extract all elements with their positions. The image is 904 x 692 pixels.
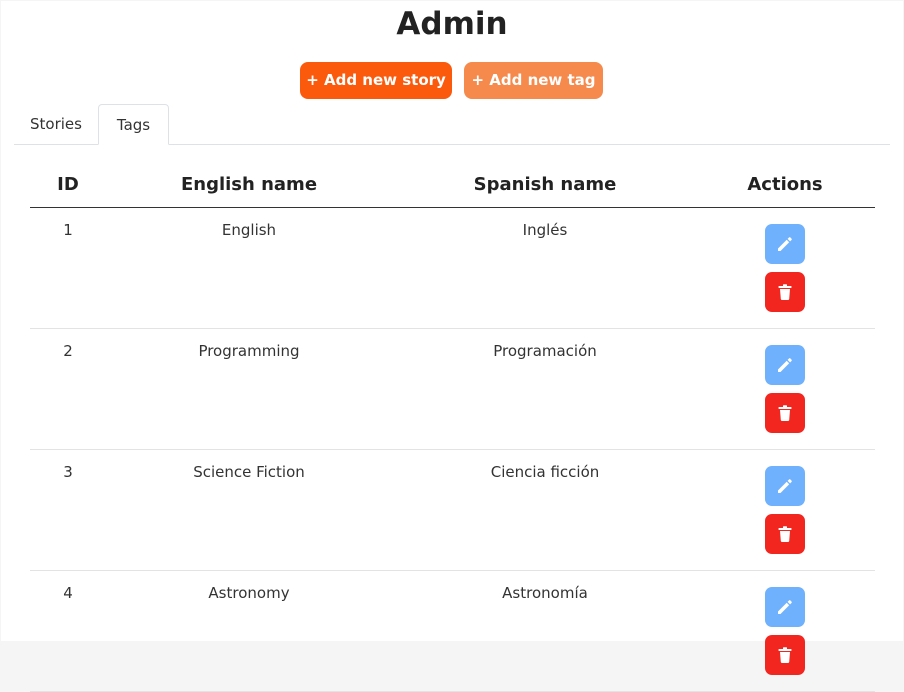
cell-spanish-name: Inglés — [522, 221, 568, 239]
delete-button[interactable] — [765, 514, 805, 554]
delete-button[interactable] — [765, 393, 805, 433]
cell-id: 2 — [63, 342, 73, 360]
column-header-id: ID — [57, 174, 79, 195]
table-row: 1 English Inglés — [30, 208, 875, 329]
admin-page: Admin + Add new story + Add new tag Stor… — [1, 1, 903, 692]
table-row: 2 Programming Programación — [30, 329, 875, 450]
cell-id: 1 — [63, 221, 73, 239]
column-header-english-name: English name — [180, 174, 318, 195]
delete-button[interactable] — [765, 635, 805, 675]
add-new-story-button[interactable]: + Add new story — [300, 62, 452, 99]
cell-id: 4 — [63, 584, 73, 602]
cell-spanish-name: Programación — [493, 342, 597, 360]
delete-button[interactable] — [765, 272, 805, 312]
cell-english-name: Programming — [198, 342, 300, 360]
add-new-tag-button[interactable]: + Add new tag — [464, 62, 603, 99]
cell-spanish-name: Astronomía — [502, 584, 588, 602]
cell-english-name: Astronomy — [208, 584, 290, 602]
edit-button[interactable] — [765, 224, 805, 264]
edit-button[interactable] — [765, 345, 805, 385]
edit-button[interactable] — [765, 587, 805, 627]
cell-spanish-name: Ciencia ficción — [490, 463, 600, 481]
cell-english-name: Science Fiction — [193, 463, 305, 481]
cell-english-name: English — [221, 221, 277, 239]
column-header-actions: Actions — [747, 174, 823, 195]
tab-stories[interactable]: Stories — [14, 104, 98, 145]
page-title: Admin — [396, 6, 508, 42]
cell-id: 3 — [63, 463, 73, 481]
column-header-spanish-name: Spanish name — [473, 174, 617, 195]
tab-tags[interactable]: Tags — [98, 104, 169, 145]
table-row: 3 Science Fiction Ciencia ficción — [30, 450, 875, 571]
table-row: 4 Astronomy Astronomía — [30, 571, 875, 692]
edit-button[interactable] — [765, 466, 805, 506]
